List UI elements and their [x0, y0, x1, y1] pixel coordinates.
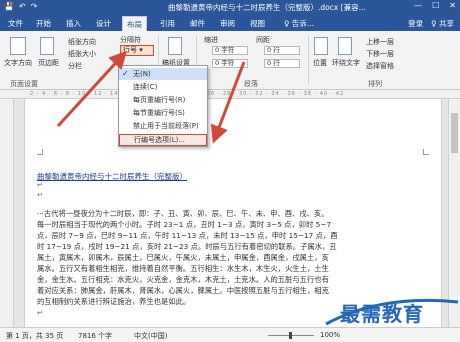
ribbon-layout: 文字方向 页边距 纸张方向 纸张大小 分栏 分隔符 行号 ▾ 页面设置 稿纸设置…	[0, 31, 460, 90]
share-button[interactable]: ♀ 共享	[431, 18, 454, 29]
menu-item-label: 行编号选项(L)...	[134, 136, 186, 144]
title-bar: 💾 ↶ ↷ 曲黎勒遗黄帝内经与十二时辰养生（完整版）.docx [兼容... —…	[0, 0, 460, 15]
document-text-line[interactable]: 的互相制约关系进行辨证施治，养生也是如此。	[37, 297, 190, 307]
paragraph-mark: ↵	[37, 309, 43, 317]
tab-review[interactable]: 审阅	[220, 18, 235, 29]
menu-item-continuous[interactable]: 连续(C)	[119, 81, 207, 93]
columns-button[interactable]: 分栏	[68, 61, 82, 71]
ribbon-tab-bar: 文件 开始 插入 设计 布局 引用 邮件 审阅 视图 ♀ 告诉... 登录 ♀ …	[0, 15, 460, 31]
indent-left-field[interactable]: 0 字符	[212, 46, 248, 55]
document-text-line[interactable]: 着对应关系：肺属金，肝属木，肾属水，心属火，脾属土。中医按照五脏与五行相生，相克	[37, 286, 329, 296]
minimize-button[interactable]: —	[414, 1, 422, 10]
tab-insert[interactable]: 插入	[66, 18, 81, 29]
language-indicator[interactable]: 中文(中国)	[134, 331, 167, 341]
vertical-ruler[interactable]	[0, 99, 14, 327]
tab-design[interactable]: 设计	[96, 18, 111, 29]
menu-item-label: 每页重编行号(R)	[133, 96, 186, 104]
tab-file[interactable]: 文件	[8, 18, 23, 29]
size-button[interactable]: 纸张大小	[68, 49, 96, 59]
ribbon-divider	[308, 35, 309, 85]
document-text-line[interactable]: 每一时辰相当于现代的两个小时。子时 23~1 点，丑时 1~3 点，寅时 3~5…	[37, 220, 331, 230]
login-link[interactable]: 登录	[408, 18, 423, 29]
spacing-before-field[interactable]: 0 行	[264, 46, 300, 55]
margins-icon[interactable]	[40, 37, 54, 55]
redo-icon[interactable]: ↷	[31, 2, 38, 11]
crop-mark	[37, 149, 43, 155]
menu-item-restart-each-page[interactable]: 每页重编行号(R)	[119, 94, 207, 106]
menu-item-none[interactable]: ✓ 无(N)	[119, 68, 207, 80]
indent-label: 缩进	[204, 36, 218, 44]
text-direction-button[interactable]: 文字方向	[4, 58, 32, 68]
position-button[interactable]: 位置	[313, 58, 327, 68]
wrap-text-button[interactable]: 环绕文字	[332, 58, 360, 68]
line-numbers-button[interactable]: 行号 ▾	[120, 45, 154, 56]
document-text-line[interactable]: 时 17~19 点，戌时 19~21 点，亥时 21~23 点。时辰与五行有着密…	[37, 242, 337, 252]
paragraph-mark: ↵	[37, 181, 43, 189]
group-paragraph: 段落	[244, 80, 258, 88]
close-button[interactable]: ✕	[449, 1, 456, 10]
paragraph-mark: ↵	[37, 191, 43, 199]
scrollbar-thumb[interactable]	[451, 113, 458, 153]
menu-item-suppress-paragraph[interactable]: 禁止用于当前段落(P)	[119, 120, 207, 132]
document-text-line[interactable]: 属水。五行又有着相生相克，维持着自然平衡。五行相生：水生木，木生火，火生土，土生	[37, 264, 329, 274]
word-count[interactable]: 7816 个字	[78, 331, 112, 341]
tab-layout[interactable]: 布局	[122, 16, 147, 31]
maximize-button[interactable]: ☐	[432, 1, 439, 10]
menu-item-label: 每节重编行号(S)	[133, 109, 185, 117]
tab-mailings[interactable]: 邮件	[190, 18, 205, 29]
wrap-text-icon[interactable]	[338, 37, 352, 55]
document-text-line[interactable]: 属土，寅属木，卯属木，辰属土，巳属火，午属火，未属土，申属金，酉属金，戌属土，亥	[37, 253, 329, 263]
tab-home[interactable]: 开始	[36, 18, 51, 29]
crop-mark	[423, 149, 429, 155]
document-heading[interactable]: 曲黎勒遗黄帝内经与十二时辰养生（完整版）	[37, 171, 187, 182]
menu-item-label: 连续(C)	[133, 83, 158, 91]
menu-item-label: 无(N)	[133, 70, 151, 78]
send-backward-button[interactable]: 下移一层	[366, 49, 394, 59]
group-arrange: 排列	[368, 80, 382, 88]
margins-button[interactable]: 页边距	[38, 58, 59, 68]
window-title: 曲黎勒遗黄帝内经与十二时辰养生（完整版）.docx [兼容...	[168, 3, 366, 12]
window-controls: — ☐ ✕	[414, 1, 456, 10]
group-page-setup: 页面设置	[10, 80, 38, 88]
undo-icon[interactable]: ↶	[19, 2, 26, 11]
menu-item-restart-each-section[interactable]: 每节重编行号(S)	[119, 107, 207, 119]
spacing-after-field[interactable]: 0 行	[264, 59, 300, 68]
bring-forward-button[interactable]: 上移一层	[366, 37, 394, 47]
line-numbers-menu: ✓ 无(N) 连续(C) 每页重编行号(R) 每节重编行号(S) 禁止用于当前段…	[118, 65, 208, 147]
watermark-text: 最需教育	[340, 302, 424, 326]
indent-right-field[interactable]: 0 字符	[212, 59, 248, 68]
zoom-level[interactable]: 100%	[320, 331, 340, 339]
spacing-label: 间距	[256, 36, 270, 44]
menu-item-label: 禁止用于当前段落(P)	[133, 122, 199, 130]
document-text-line[interactable]: 点，辰时 7~9 点，巳时 9~11 点，午时 11~13 点，未时 13~15…	[37, 231, 338, 241]
status-bar: 第 1 页，共 35 页 7816 个字 中文(中国) 100%	[0, 327, 460, 342]
page-count[interactable]: 第 1 页，共 35 页	[6, 331, 63, 341]
quick-access-toolbar: 💾 ↶ ↷	[4, 2, 37, 11]
menu-item-line-numbering-options[interactable]: 行编号选项(L)...	[119, 134, 207, 146]
breaks-button[interactable]: 分隔符	[120, 35, 141, 45]
checkmark-icon: ✓	[122, 69, 129, 78]
watermark-logo: 最需教育	[322, 290, 460, 326]
position-icon[interactable]	[314, 37, 328, 55]
document-text-line[interactable]: 金，金生水。五行相克：水克火，火克金，金克木，木克土，土克水。人的五脏与五行也有	[37, 275, 329, 285]
line-numbers-label: 行号	[123, 46, 137, 54]
tab-references[interactable]: 引用	[160, 18, 175, 29]
zoom-slider-thumb[interactable]	[289, 332, 292, 339]
horizontal-ruler[interactable]: 2 · 4 · 6 · 8 · 10 · 12 · 14 · 16 · 18 ·…	[0, 90, 460, 99]
save-icon[interactable]: 💾	[4, 2, 14, 11]
tab-view[interactable]: 视图	[250, 18, 265, 29]
draft-paper-icon[interactable]	[168, 37, 182, 55]
text-direction-icon[interactable]	[10, 37, 26, 55]
orientation-button[interactable]: 纸张方向	[68, 37, 96, 47]
tell-me-box[interactable]: ♀ 告诉...	[284, 18, 314, 29]
document-text-line[interactable]: ···古代将一昼夜分为十二时辰，即：子、丑、寅、卯、辰、巳、午、未、申、酉、戌、…	[37, 209, 329, 219]
selection-pane-button[interactable]: 选择窗格	[366, 61, 394, 71]
